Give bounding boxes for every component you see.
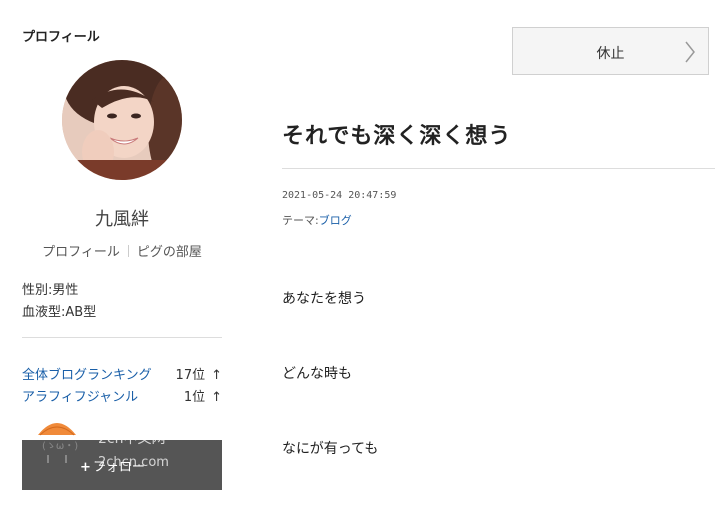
entry-body-line: あなたを想う: [282, 291, 366, 307]
ranking-row-overall[interactable]: 全体ブログランキング 17位 ↑: [22, 364, 222, 383]
profile-heading: プロフィール: [22, 30, 100, 45]
ranking-label[interactable]: 全体ブログランキング: [22, 368, 152, 383]
entry-body-line: なにが有っても: [282, 441, 379, 457]
up-arrow-icon: ↑: [211, 390, 222, 405]
watermark-text: 2ch中文网: [98, 431, 166, 447]
theme-prefix: テーマ:: [282, 214, 319, 227]
avatar-image: [62, 60, 182, 180]
profile-links: プロフィール ピグの部屋: [22, 241, 222, 260]
up-arrow-icon: ↑: [211, 368, 222, 383]
entry-date: 2021-05-24 20:47:59: [282, 190, 397, 201]
title-divider: [282, 168, 715, 169]
plus-icon: +: [80, 460, 91, 475]
gender-info: 性別:男性: [22, 283, 79, 298]
chevron-right-icon: [685, 41, 695, 63]
profile-name: 九風絆: [95, 209, 149, 230]
svg-text:(ゝω・): (ゝω・): [42, 441, 78, 452]
halt-button-label: 休止: [596, 46, 625, 62]
theme-link[interactable]: ブログ: [319, 214, 352, 227]
mascot-icon: (ゝω・): [38, 423, 78, 463]
link-separator: [127, 245, 129, 257]
sidebar-divider: [22, 337, 222, 338]
profile-sidebar: プロフィール 九風絆 プロフィール ピグの部屋 性別:男性 血液型:AB型 全体ブ…: [22, 0, 222, 508]
ranking-label[interactable]: アラフィフジャンル: [22, 390, 138, 405]
pig-room-link[interactable]: ピグの部屋: [137, 245, 202, 260]
ranking-value: 17位 ↑: [175, 368, 222, 383]
ranking-row-genre[interactable]: アラフィフジャンル 1位 ↑: [22, 386, 222, 405]
ranking-value: 1位 ↑: [183, 390, 222, 405]
profile-link[interactable]: プロフィール: [42, 245, 120, 260]
blood-type-info: 血液型:AB型: [22, 305, 97, 320]
entry-title[interactable]: それでも深く深く想う: [282, 118, 511, 150]
halt-button[interactable]: 休止: [512, 27, 709, 75]
entry-theme: テーマ:ブログ: [282, 212, 352, 228]
watermark-url: 2chcn.com: [98, 455, 169, 470]
avatar[interactable]: [62, 60, 182, 180]
entry-body-line: どんな時も: [282, 366, 352, 382]
